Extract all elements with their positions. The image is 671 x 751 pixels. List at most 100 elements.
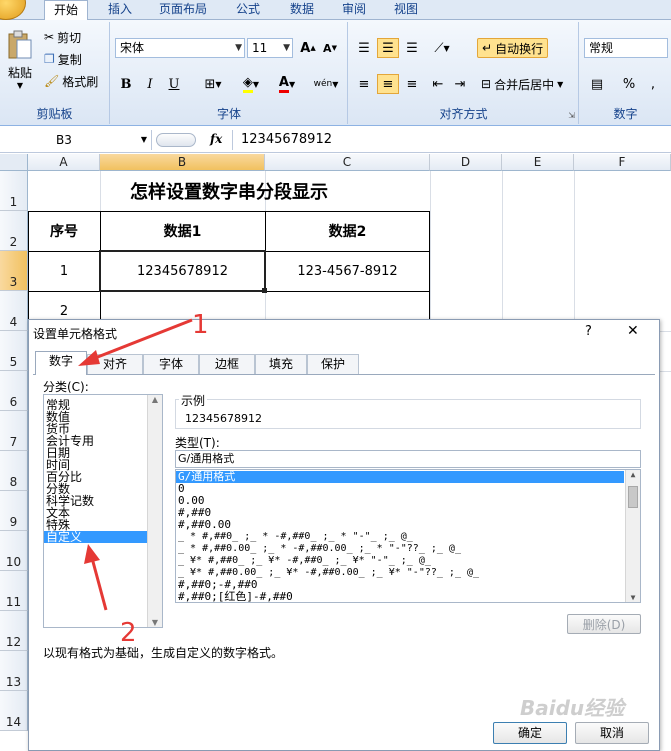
column-header-e[interactable]: E [502,154,574,171]
borders-button[interactable]: ⊞ ▼ [197,74,229,94]
scroll-up-icon[interactable]: ▲ [148,395,162,404]
format-list[interactable]: G/通用格式 0 0.00 #,##0 #,##0.00 _ * #,##0_ … [175,469,641,603]
row-header-5[interactable]: 5 [0,331,28,371]
row-header-10[interactable]: 10 [0,531,28,571]
tab-view[interactable]: 视图 [386,0,426,20]
row-header-12[interactable]: 12 [0,611,28,651]
format-item[interactable]: 0 [176,483,640,495]
formula-input[interactable]: 12345678912 [232,130,671,150]
column-header-b[interactable]: B [100,154,265,171]
paste-button[interactable]: 粘贴 ▼ [4,26,36,94]
tab-fill[interactable]: 填充 [255,354,307,374]
scroll-down-icon[interactable]: ▼ [148,618,162,627]
row-header-9[interactable]: 9 [0,491,28,531]
help-button[interactable]: ? [585,324,592,339]
insert-function-button[interactable]: fx [210,132,222,146]
tab-border[interactable]: 边框 [199,354,255,374]
format-scrollbar[interactable]: ▲ ▼ [625,470,640,602]
row-header-11[interactable]: 11 [0,571,28,611]
cancel-button[interactable]: 取消 [575,722,649,744]
format-item[interactable]: #,##0.00 [176,519,640,531]
font-color-button[interactable]: A ▼ [271,74,303,94]
decrease-indent-button[interactable]: ⇤ [427,74,449,94]
cell-b3-selected[interactable]: 12345678912 [99,250,266,292]
column-header-d[interactable]: D [430,154,502,171]
underline-button[interactable]: U [163,74,185,94]
column-header-a[interactable]: A [28,154,100,171]
orientation-button[interactable]: ⟋ ▼ [427,38,457,58]
currency-button[interactable]: ▤ [584,74,610,94]
formula-expand-handle[interactable] [156,133,196,147]
format-item-general[interactable]: G/通用格式 [176,471,624,483]
category-scrollbar[interactable]: ▲ ▼ [147,395,162,627]
font-name-combo[interactable]: 宋体 ▼ [115,38,245,58]
cell-a3[interactable]: 1 [28,251,100,291]
format-item[interactable]: 0.00 [176,495,640,507]
shrink-font-button[interactable]: A ▼ [319,38,341,58]
header-cell-data1[interactable]: 数据1 [100,211,265,251]
row-header-4[interactable]: 4 [0,291,28,331]
select-all-corner[interactable] [0,154,28,171]
row-header-1[interactable]: 1 [0,171,28,211]
comma-button[interactable]: , [642,74,664,94]
font-size-combo[interactable]: 11 ▼ [247,38,293,58]
align-left-button[interactable]: ≡ [353,74,375,94]
increase-indent-button[interactable]: ⇥ [449,74,471,94]
header-cell-data2[interactable]: 数据2 [265,211,430,251]
tab-review[interactable]: 审阅 [334,0,374,20]
close-icon[interactable]: ✕ [627,323,639,339]
tab-data[interactable]: 数据 [282,0,322,20]
align-bottom-button[interactable]: ☰ [401,38,423,58]
cut-button[interactable]: ✂ 剪切 [44,28,81,46]
office-button[interactable] [0,0,26,20]
tab-protection[interactable]: 保护 [307,354,359,374]
name-box[interactable]: B3 ▼ [0,130,152,150]
wrap-text-button[interactable]: ↵ 自动换行 [477,38,549,58]
merge-center-button[interactable]: ⊟ 合并后居中 ▼ [477,74,567,94]
tab-insert[interactable]: 插入 [100,0,140,20]
grow-font-button[interactable]: A ▲ [297,38,319,58]
ok-button[interactable]: 确定 [493,722,567,744]
scroll-up-icon[interactable]: ▲ [626,470,640,479]
tab-page-layout[interactable]: 页面布局 [152,0,214,20]
chevron-down-icon: ▼ [283,43,290,53]
row-header-14[interactable]: 14 [0,691,28,731]
row-header-2[interactable]: 2 [0,211,28,251]
format-item[interactable]: _ * #,##0.00_ ;_ * -#,##0.00_ ;_ * "-"??… [176,543,640,555]
align-top-button[interactable]: ☰ [353,38,375,58]
cell-c3[interactable]: 123-4567-8912 [265,251,430,291]
row-header-8[interactable]: 8 [0,451,28,491]
format-painter-button[interactable]: 🖌 格式刷 [44,72,98,90]
phonetic-button[interactable]: wén ▼ [309,74,343,94]
dialog-launcher-icon[interactable]: ⇲ [568,111,575,120]
italic-button[interactable]: I [139,74,161,94]
scroll-down-icon[interactable]: ▼ [626,593,640,602]
row-header-7[interactable]: 7 [0,411,28,451]
row-header-3[interactable]: 3 [0,251,28,291]
row-header-6[interactable]: 6 [0,371,28,411]
align-middle-button[interactable]: ☰ [377,38,399,58]
copy-button[interactable]: ❐ 复制 [44,50,82,68]
tab-home[interactable]: 开始 [44,0,88,20]
format-item[interactable]: _ * #,##0_ ;_ * -#,##0_ ;_ * "-"_ ;_ @_ [176,531,640,543]
cut-label: 剪切 [57,30,82,45]
column-header-f[interactable]: F [574,154,671,171]
sheet-title[interactable]: 怎样设置数字串分段显示 [28,171,430,211]
align-right-button[interactable]: ≡ [401,74,423,94]
type-input[interactable]: G/通用格式 [175,450,641,468]
border-grid-icon: ⊞ [204,76,216,92]
bold-button[interactable]: B [115,74,137,94]
align-center-button[interactable]: ≡ [377,74,399,94]
percent-button[interactable]: % [618,74,640,94]
number-format-combo[interactable]: 常规 [584,38,668,58]
fill-color-button[interactable]: ◈ ▼ [235,74,267,94]
header-cell-index[interactable]: 序号 [28,211,100,251]
format-item[interactable]: _ ¥* #,##0_ ;_ ¥* -#,##0_ ;_ ¥* "-"_ ;_ … [176,555,640,567]
scroll-thumb[interactable] [628,486,638,508]
column-header-c[interactable]: C [265,154,430,171]
row-header-13[interactable]: 13 [0,651,28,691]
delete-button[interactable]: 删除(D) [567,614,641,634]
format-item[interactable]: #,##0 [176,507,640,519]
tab-formulas[interactable]: 公式 [228,0,268,20]
format-item[interactable]: #,##0;[红色]-#,##0 [176,591,640,603]
